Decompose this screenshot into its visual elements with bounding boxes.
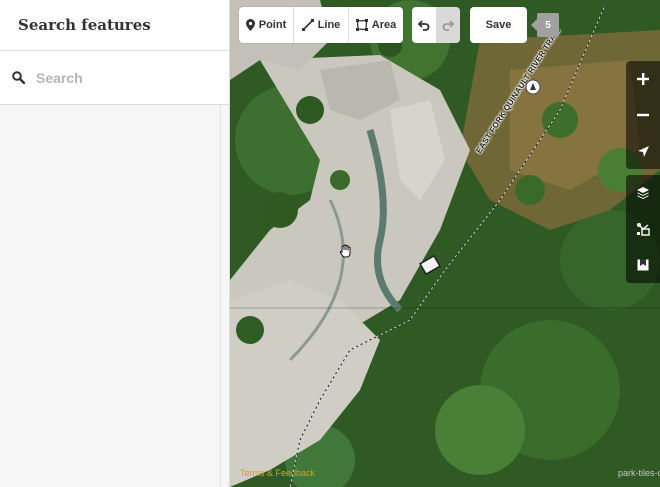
trailhead-pin-icon[interactable] — [525, 79, 541, 95]
map-data-button[interactable] — [626, 211, 660, 247]
sidebar-title: Search features — [18, 16, 151, 34]
geolocate-button[interactable] — [626, 133, 660, 169]
geolocate-icon — [637, 145, 649, 157]
search-row — [0, 51, 229, 105]
zoom-controls — [626, 61, 660, 169]
add-line-label: Line — [317, 19, 341, 31]
issues-button[interactable] — [626, 247, 660, 283]
area-icon — [355, 19, 368, 31]
zoom-out-button[interactable] — [626, 97, 660, 133]
imagery-attribution: park-tiles-o — [618, 468, 660, 478]
issues-icon — [637, 259, 649, 270]
background-layers-button[interactable] — [626, 175, 660, 211]
redo-icon — [442, 20, 454, 31]
point-icon — [245, 19, 255, 31]
line-icon — [301, 19, 314, 31]
sidebar-resizer[interactable] — [220, 105, 221, 487]
undo-icon — [418, 20, 430, 31]
add-area-label: Area — [371, 19, 397, 31]
undo-redo-group — [412, 7, 460, 43]
map-controls — [626, 61, 660, 289]
draw-mode-toolbar: Point Line Area — [239, 7, 403, 43]
terms-feedback-link[interactable]: Terms & Feedback — [240, 468, 315, 478]
add-point-label: Point — [258, 19, 287, 31]
satellite-imagery — [230, 0, 660, 487]
panel-controls — [626, 175, 660, 283]
edit-count-badge: 5 — [531, 13, 559, 37]
search-input[interactable] — [36, 69, 206, 86]
add-point-button[interactable]: Point — [239, 7, 293, 43]
zoom-out-icon — [637, 113, 649, 117]
map-data-icon — [637, 223, 650, 236]
redo-button[interactable] — [436, 7, 460, 43]
sidebar-header: Search features — [0, 0, 229, 51]
map-canvas[interactable] — [230, 0, 660, 487]
search-icon — [11, 71, 25, 85]
zoom-in-button[interactable] — [626, 61, 660, 97]
sidebar: Search features — [0, 0, 230, 487]
save-button[interactable]: Save — [470, 7, 527, 43]
undo-button[interactable] — [412, 7, 436, 43]
add-line-button[interactable]: Line — [293, 7, 348, 43]
layers-icon — [637, 187, 649, 199]
zoom-in-icon — [637, 73, 649, 85]
hand-cursor-icon — [339, 244, 351, 258]
add-area-button[interactable]: Area — [348, 7, 403, 43]
